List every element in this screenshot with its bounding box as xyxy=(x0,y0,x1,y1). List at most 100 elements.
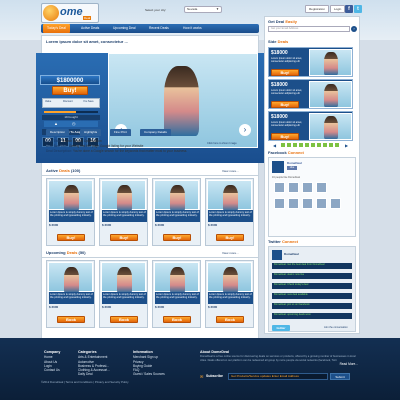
deal-card[interactable]: Lorem Ipsum is simply dummy text of the … xyxy=(99,178,148,246)
deal-description: Lorem Ipsum is simply dummy text of the … xyxy=(102,292,147,304)
avatar[interactable] xyxy=(316,182,327,193)
tab-description[interactable]: Description xyxy=(46,129,70,136)
deal-card[interactable]: Lorem Ipsum is simply dummy text of the … xyxy=(152,260,201,328)
upcoming-view-more-link[interactable]: View more... xyxy=(222,251,239,255)
active-deals-heading: Active Deals (100) xyxy=(46,168,81,173)
side-deal-item[interactable]: $18000 Lorem Ipsum dolor sit amet, consec… xyxy=(268,79,353,109)
site-logo[interactable]: ome Deal xyxy=(41,3,99,23)
divider xyxy=(42,175,258,176)
tab-highlights[interactable]: Highlights xyxy=(80,129,102,136)
facebook-icon[interactable]: f xyxy=(345,5,353,13)
deal-image[interactable] xyxy=(154,180,199,211)
deal-card[interactable]: Lorem Ipsum is simply dummy text of the … xyxy=(46,260,95,328)
avatar[interactable] xyxy=(274,182,285,193)
avatar[interactable] xyxy=(288,182,299,193)
side-deal-buy-button[interactable]: Buy! xyxy=(271,69,299,76)
pager-next-icon[interactable]: ▶ xyxy=(345,143,348,148)
tab-fine-print[interactable]: Fine Print xyxy=(110,129,131,136)
deal-price: $ 2000 xyxy=(155,305,165,309)
side-deal-item[interactable]: $18000 Lorem Ipsum dolor sit amet, consec… xyxy=(268,47,353,77)
avatar[interactable] xyxy=(330,198,341,209)
deal-buy-button[interactable]: Buy! xyxy=(163,234,191,241)
registration-link[interactable]: Registration xyxy=(305,5,330,13)
fb-like-button[interactable]: Like xyxy=(287,166,297,170)
city-select[interactable]: Nevada ▼ xyxy=(184,6,222,13)
avatar[interactable] xyxy=(302,198,313,209)
join-conversation-link[interactable]: Join the conversation xyxy=(324,326,348,329)
footer-link[interactable]: Guest / Sales Sources xyxy=(133,372,165,376)
deal-image[interactable] xyxy=(207,262,252,293)
tweet-item[interactable]: DomeDeal: join us on Facebook xyxy=(272,303,352,309)
nav-active-deals[interactable]: Active Deals xyxy=(77,24,103,33)
deal-price: $ 2000 xyxy=(49,305,59,309)
tweet-item[interactable]: DomeDeal: upcoming deals soon xyxy=(272,313,352,319)
deal-buy-button[interactable]: Buy! xyxy=(110,234,138,241)
pager-dots[interactable] xyxy=(281,143,341,147)
email-input[interactable]: Get your Email Address xyxy=(268,26,350,32)
tweet-item[interactable]: DomeDeal: Check today's deal xyxy=(272,283,352,289)
deal-image[interactable] xyxy=(101,180,146,211)
side-deal-buy-button[interactable]: Buy! xyxy=(271,101,299,108)
deal-buy-button[interactable]: Buy! xyxy=(216,234,244,241)
clock-icon: ◷ xyxy=(72,121,76,126)
subscribe-submit-button[interactable]: Submit xyxy=(330,373,350,380)
tweet-item[interactable]: DomeDeal: new deal available xyxy=(272,293,352,299)
read-more-link[interactable]: Read More... xyxy=(200,362,358,366)
featured-buy-button[interactable]: Buy! xyxy=(52,86,88,95)
footer-company-heading: Company xyxy=(44,350,61,354)
deal-card[interactable]: Lorem Ipsum is simply dummy text of the … xyxy=(152,178,201,246)
stat-save-label: You Save xyxy=(83,100,94,103)
avatar[interactable] xyxy=(302,182,313,193)
next-arrow-icon[interactable]: › xyxy=(239,124,251,136)
nav-how-it-works[interactable]: How it works xyxy=(179,24,206,33)
deal-buy-button[interactable]: Buy! xyxy=(57,234,85,241)
deal-book-button[interactable]: Book xyxy=(110,316,138,323)
twitter-name[interactable]: DomeDeal xyxy=(284,252,299,256)
deal-image[interactable] xyxy=(48,180,93,211)
facebook-widget: DomeDeal Like 16 people like DomeDeal xyxy=(268,157,356,237)
avatar[interactable] xyxy=(274,198,285,209)
deal-image[interactable] xyxy=(48,262,93,293)
deal-card[interactable]: Lorem Ipsum is simply dummy text of the … xyxy=(46,178,95,246)
deal-subtitle-line: Deal Sub Title: Getting first five page … xyxy=(46,144,144,148)
avatar[interactable] xyxy=(288,198,299,209)
footer-link[interactable]: Arts & Entertainment xyxy=(78,355,110,359)
fb-page-name[interactable]: DomeDeal xyxy=(287,161,302,165)
sidebar: Get Deal Easily Get your Email Address ›… xyxy=(264,16,360,334)
twitter-logo[interactable]: twitter xyxy=(272,325,290,331)
side-deal-image[interactable] xyxy=(309,113,352,140)
deal-image[interactable] xyxy=(101,262,146,293)
email-submit-arrow-icon[interactable]: › xyxy=(351,26,357,32)
deal-card[interactable]: Lorem Ipsum is simply dummy text of the … xyxy=(99,260,148,328)
deal-price: $ 2000 xyxy=(155,223,165,227)
side-deal-image[interactable] xyxy=(309,49,352,76)
deal-card[interactable]: Lorem Ipsum is simply dummy text of the … xyxy=(205,260,254,328)
nav-todays-deal[interactable]: Today's Deal xyxy=(43,24,70,33)
active-view-more-link[interactable]: View more... xyxy=(222,169,239,173)
deal-book-button[interactable]: Book xyxy=(57,316,85,323)
tweet-item[interactable]: DomeDeal: deal is now live xyxy=(272,273,352,279)
tweet-item[interactable]: DomeDeal: Get the best deal from DomeDea… xyxy=(272,263,352,269)
deal-card[interactable]: Lorem Ipsum is simply dummy text of the … xyxy=(205,178,254,246)
divider xyxy=(42,257,258,258)
avatar[interactable] xyxy=(316,198,327,209)
deal-image[interactable] xyxy=(154,262,199,293)
nav-upcoming-deal[interactable]: Upcoming Deal xyxy=(109,24,140,33)
nav-recent-deals[interactable]: Recent Deals xyxy=(145,24,173,33)
pager-prev-icon[interactable]: ◀ xyxy=(273,143,276,148)
footer-about-heading: About DomeDeal xyxy=(200,350,229,354)
deal-book-button[interactable]: Book xyxy=(163,316,191,323)
side-deal-item[interactable]: $18000 Lorem Ipsum dolor sit amet, consec… xyxy=(268,111,353,141)
footer-categories-heading: Categories xyxy=(78,350,97,354)
footer-link[interactable]: Contact Us xyxy=(44,368,60,372)
footer-link[interactable]: Daily Deal xyxy=(78,372,110,376)
side-deal-image[interactable] xyxy=(309,81,352,108)
login-link[interactable]: Login xyxy=(330,5,346,13)
subscribe-email-input[interactable]: Get Products/Service updates Enter Email… xyxy=(228,373,328,380)
footer-about-col: About DomeDeal DomeDeal is a free online… xyxy=(200,350,358,366)
deal-image[interactable] xyxy=(207,180,252,211)
twitter-icon[interactable]: t xyxy=(354,5,362,13)
side-deal-buy-button[interactable]: Buy! xyxy=(271,133,299,140)
deal-book-button[interactable]: Book xyxy=(216,316,244,323)
tab-company-details[interactable]: Company Details xyxy=(140,129,171,136)
